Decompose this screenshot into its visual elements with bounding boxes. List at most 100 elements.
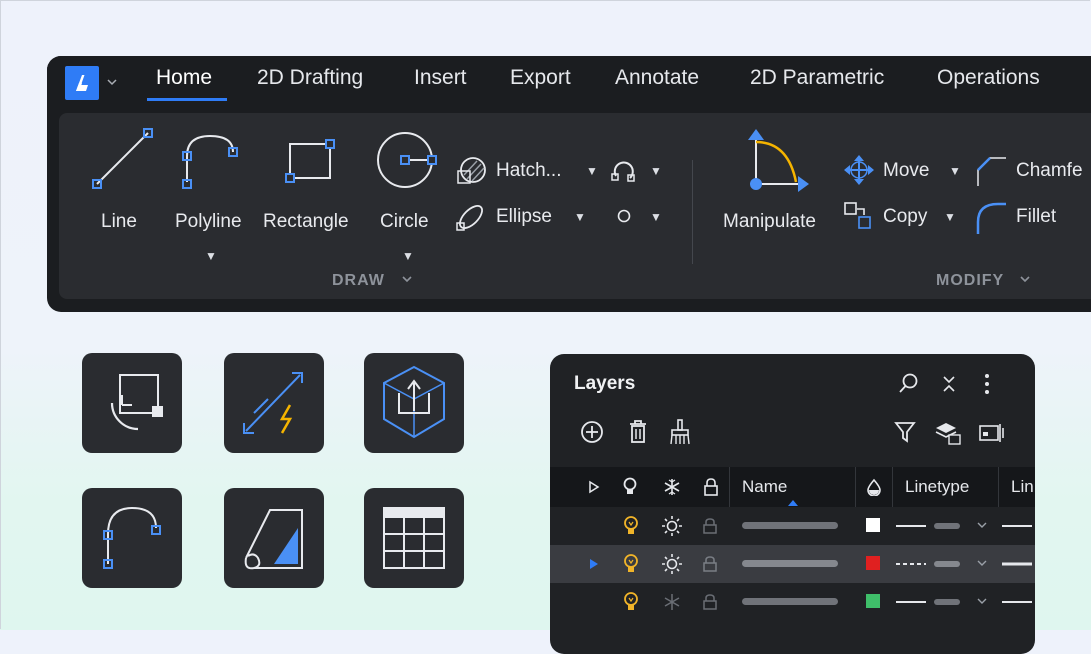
- linetype-continuous-preview[interactable]: [896, 595, 988, 609]
- polyline-arc-icon: [103, 506, 161, 569]
- revision-cloud-dropdown-caret-icon[interactable]: ▼: [650, 164, 662, 178]
- circle-dropdown-caret-icon[interactable]: ▼: [402, 249, 414, 263]
- viewport-tile[interactable]: [82, 353, 182, 453]
- collapse-icon[interactable]: [940, 374, 958, 394]
- polyline-tool-label[interactable]: Polyline: [175, 211, 242, 233]
- copy-dropdown-caret-icon[interactable]: ▼: [944, 210, 956, 224]
- ellipse-icon[interactable]: [455, 201, 487, 233]
- tab-insert[interactable]: Insert: [414, 66, 467, 90]
- move-icon[interactable]: [842, 153, 876, 187]
- hatch-dropdown-caret-icon[interactable]: ▼: [586, 164, 598, 178]
- layers-table-header: Name Linetype Lin: [550, 467, 1035, 507]
- layer-color-swatch[interactable]: [866, 518, 880, 532]
- layers-panel-title: Layers: [574, 373, 636, 394]
- hatch-icon[interactable]: [455, 155, 489, 187]
- app-menu-chevron-icon[interactable]: [105, 75, 119, 89]
- move-label[interactable]: Move: [883, 160, 929, 182]
- table-icon: [383, 507, 445, 569]
- linetype-dashed-preview[interactable]: [896, 557, 988, 571]
- tab-operations[interactable]: Operations: [937, 66, 1040, 90]
- column-divider: [855, 467, 856, 507]
- polyline-arc-tile[interactable]: [82, 488, 182, 588]
- point-dropdown-caret-icon[interactable]: ▼: [650, 210, 662, 224]
- layer-row-selected[interactable]: [550, 545, 1035, 583]
- chamfer-icon[interactable]: [972, 152, 1008, 188]
- draw-section-label: DRAW: [332, 272, 385, 289]
- layer-on-bulb-icon[interactable]: [623, 592, 639, 612]
- point-icon[interactable]: [614, 206, 634, 226]
- layer-name-placeholder: [742, 522, 838, 529]
- expand-all-icon[interactable]: [588, 480, 600, 494]
- circle-icon[interactable]: [373, 128, 439, 192]
- 3d-box-tile[interactable]: [364, 353, 464, 453]
- lineweight-column-header[interactable]: Lin: [1011, 477, 1034, 497]
- sheet-roll-icon: [244, 509, 303, 570]
- layer-unlocked-icon[interactable]: [702, 555, 718, 573]
- on-off-column-icon[interactable]: [622, 477, 638, 497]
- tab-2d-drafting[interactable]: 2D Drafting: [257, 66, 363, 90]
- manipulate-icon[interactable]: [740, 126, 812, 196]
- layer-row[interactable]: [550, 507, 1035, 545]
- app-logo-button[interactable]: [65, 66, 99, 100]
- lineweight-preview[interactable]: [1002, 595, 1032, 609]
- lineweight-preview[interactable]: [1002, 519, 1032, 533]
- layer-row[interactable]: [550, 583, 1035, 621]
- fillet-icon[interactable]: [972, 198, 1008, 236]
- manipulate-tool-label[interactable]: Manipulate: [723, 211, 816, 233]
- layer-color-swatch[interactable]: [866, 594, 880, 608]
- layers-panel: Layers Name Linetype Lin: [550, 354, 1035, 654]
- layer-thawed-sun-icon[interactable]: [661, 553, 683, 575]
- more-options-icon[interactable]: [982, 372, 992, 396]
- delete-layer-icon[interactable]: [627, 419, 649, 445]
- linetype-continuous-preview[interactable]: [896, 519, 988, 533]
- rectangle-icon[interactable]: [282, 136, 338, 186]
- color-column-icon[interactable]: [866, 478, 882, 496]
- layer-frozen-snowflake-icon[interactable]: [662, 592, 682, 612]
- filter-icon[interactable]: [894, 420, 916, 444]
- draw-section-chevron-icon[interactable]: [400, 274, 414, 286]
- chamfer-label[interactable]: Chamfe: [1016, 160, 1083, 182]
- line-tool-label[interactable]: Line: [101, 211, 137, 233]
- lineweight-preview[interactable]: [1002, 557, 1032, 571]
- active-tab-indicator: [147, 98, 227, 101]
- purge-layers-icon[interactable]: [668, 418, 692, 446]
- tab-export[interactable]: Export: [510, 66, 571, 90]
- revision-cloud-icon[interactable]: [608, 154, 640, 186]
- search-icon[interactable]: [898, 372, 920, 394]
- table-tile[interactable]: [364, 488, 464, 588]
- ellipse-dropdown-caret-icon[interactable]: ▼: [574, 210, 586, 224]
- hatch-label[interactable]: Hatch...: [496, 160, 561, 182]
- copy-icon[interactable]: [842, 200, 876, 234]
- freeze-column-icon[interactable]: [662, 477, 682, 497]
- sheet-roll-tile[interactable]: [224, 488, 324, 588]
- layer-unlocked-icon[interactable]: [702, 517, 718, 535]
- layer-walk-icon[interactable]: [978, 420, 1006, 446]
- fillet-label[interactable]: Fillet: [1016, 206, 1056, 228]
- column-divider: [729, 467, 730, 507]
- polyline-dropdown-caret-icon[interactable]: ▼: [205, 249, 217, 263]
- layer-on-bulb-icon[interactable]: [623, 554, 639, 574]
- modify-section-chevron-icon[interactable]: [1018, 274, 1032, 286]
- layer-states-icon[interactable]: [934, 418, 962, 446]
- ellipse-label[interactable]: Ellipse: [496, 206, 552, 228]
- layer-thawed-sun-icon[interactable]: [661, 515, 683, 537]
- tab-annotate[interactable]: Annotate: [615, 66, 699, 90]
- move-dropdown-caret-icon[interactable]: ▼: [949, 164, 961, 178]
- tab-home[interactable]: Home: [156, 66, 212, 90]
- rectangle-tool-label[interactable]: Rectangle: [263, 211, 349, 233]
- linetype-column-header[interactable]: Linetype: [905, 477, 969, 497]
- tab-2d-parametric[interactable]: 2D Parametric: [750, 66, 884, 90]
- polyline-icon[interactable]: [178, 128, 244, 192]
- lock-column-icon[interactable]: [702, 477, 720, 497]
- line-icon[interactable]: [88, 126, 158, 192]
- layer-unlocked-icon[interactable]: [702, 593, 718, 611]
- new-layer-icon[interactable]: [580, 420, 604, 444]
- layer-on-bulb-icon[interactable]: [623, 516, 639, 536]
- smart-dimension-tile[interactable]: [224, 353, 324, 453]
- layer-color-swatch[interactable]: [866, 556, 880, 570]
- circle-tool-label[interactable]: Circle: [380, 211, 429, 233]
- viewport-icon: [110, 374, 163, 431]
- current-layer-indicator-icon: [590, 559, 598, 569]
- copy-label[interactable]: Copy: [883, 206, 927, 228]
- name-column-header[interactable]: Name: [742, 477, 787, 497]
